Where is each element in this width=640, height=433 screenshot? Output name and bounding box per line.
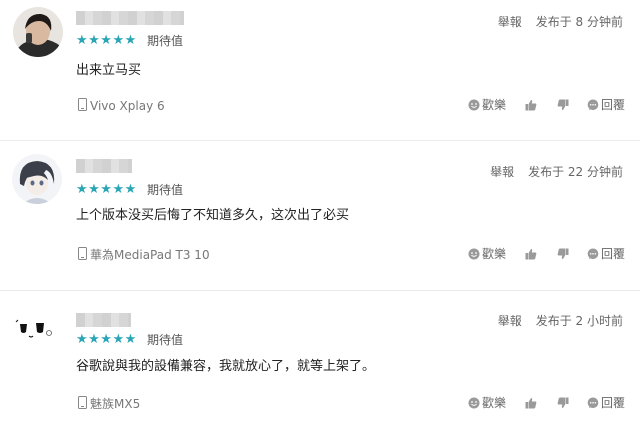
fun-label: 歡樂: [481, 98, 506, 112]
avatar[interactable]: [12, 310, 62, 360]
username-redacted[interactable]: [76, 313, 131, 327]
dislike-button[interactable]: [557, 397, 569, 409]
reply-label: 回覆: [600, 247, 625, 261]
username-redacted[interactable]: [76, 159, 132, 173]
avatar[interactable]: [13, 7, 63, 57]
report-button[interactable]: 舉報: [490, 165, 514, 179]
device-info: Vivo Xplay 6: [78, 98, 165, 113]
dislike-button[interactable]: [557, 99, 569, 111]
review-content: 上个版本没买后悔了不知道多久，这次出了必买: [76, 208, 350, 223]
review-meta: 舉報 发布于 22 分钟前: [490, 165, 623, 179]
smile-icon: [468, 248, 480, 260]
phone-icon: [78, 247, 87, 260]
report-button[interactable]: 舉報: [498, 314, 522, 328]
smile-icon: [468, 99, 480, 111]
device-name: Vivo Xplay 6: [90, 99, 165, 113]
rating-label: 期待值: [147, 333, 184, 347]
reply-button[interactable]: 回覆: [587, 98, 625, 112]
thumbs-down-icon: [557, 248, 569, 260]
reply-label: 回覆: [600, 396, 625, 410]
reply-label: 回覆: [600, 98, 625, 112]
reply-icon: [587, 99, 599, 111]
device-name: 魅族MX5: [90, 397, 141, 411]
report-button[interactable]: 舉報: [498, 15, 522, 29]
review-item: ★★★★★ 期待值 舉報 发布于 22 分钟前 上个版本没买后悔了不知道多久，这次…: [0, 141, 640, 291]
review-item: ★★★★★ 期待值 舉報 发布于 8 分钟前 出来立马买 Vivo Xplay 6…: [0, 0, 640, 141]
review-actions: 歡樂 回覆: [468, 98, 625, 112]
reply-icon: [587, 248, 599, 260]
smile-icon: [468, 397, 480, 409]
review-meta: 舉報 发布于 8 分钟前: [498, 15, 623, 29]
post-time: 发布于 8 分钟前: [535, 15, 623, 29]
thumbs-down-icon: [557, 99, 569, 111]
fun-button[interactable]: 歡樂: [468, 247, 506, 261]
reply-button[interactable]: 回覆: [587, 247, 625, 261]
thumbs-up-icon: [525, 99, 537, 111]
rating-label: 期待值: [147, 183, 184, 197]
review-item: ★★★★★ 期待值 舉報 发布于 2 小时前 谷歌說與我的設備兼容，我就放心了，就…: [0, 291, 640, 433]
star-rating: ★★★★★: [76, 182, 137, 197]
like-button[interactable]: [525, 248, 537, 260]
review-actions: 歡樂 回覆: [468, 247, 625, 261]
reply-button[interactable]: 回覆: [587, 396, 625, 410]
like-button[interactable]: [525, 99, 537, 111]
post-time: 发布于 22 分钟前: [528, 165, 623, 179]
dislike-button[interactable]: [557, 248, 569, 260]
star-rating: ★★★★★: [76, 332, 137, 347]
phone-icon: [78, 98, 87, 111]
phone-icon: [78, 396, 87, 409]
fun-button[interactable]: 歡樂: [468, 396, 506, 410]
post-time: 发布于 2 小时前: [535, 314, 623, 328]
review-content: 出来立马买: [76, 63, 142, 78]
device-info: 華為MediaPad T3 10: [78, 247, 210, 262]
reply-icon: [587, 397, 599, 409]
fun-label: 歡樂: [481, 396, 506, 410]
thumbs-up-icon: [525, 248, 537, 260]
fun-button[interactable]: 歡樂: [468, 98, 506, 112]
fun-label: 歡樂: [481, 247, 506, 261]
review-meta: 舉報 发布于 2 小时前: [498, 314, 623, 328]
review-content: 谷歌說與我的設備兼容，我就放心了，就等上架了。: [76, 359, 376, 374]
star-rating: ★★★★★: [76, 33, 137, 48]
device-info: 魅族MX5: [78, 396, 140, 411]
review-actions: 歡樂 回覆: [468, 396, 625, 410]
thumbs-up-icon: [525, 397, 537, 409]
device-name: 華為MediaPad T3 10: [90, 248, 210, 262]
rating-label: 期待值: [147, 34, 184, 48]
like-button[interactable]: [525, 397, 537, 409]
username-redacted[interactable]: [76, 11, 184, 25]
thumbs-down-icon: [557, 397, 569, 409]
avatar[interactable]: [12, 154, 62, 204]
